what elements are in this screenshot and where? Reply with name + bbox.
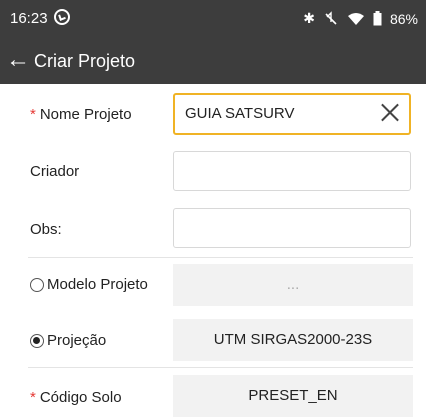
obs-label: Obs:	[30, 221, 62, 238]
required-mark: *	[30, 389, 36, 406]
nome-projeto-value: GUIA SATSURV	[185, 105, 295, 122]
row-codigo-solo: * Código Solo PRESET_EN	[0, 368, 426, 417]
codigo-solo-label: * Código Solo	[30, 389, 122, 406]
projecao-label[interactable]: Projeção	[47, 332, 106, 349]
obs-input[interactable]	[173, 208, 411, 248]
row-obs: Obs:	[0, 200, 426, 258]
modelo-projeto-label[interactable]: Modelo Projeto	[47, 276, 148, 293]
row-projecao: Projeção UTM SIRGAS2000-23S	[0, 312, 426, 366]
mute-icon	[325, 10, 337, 25]
required-mark: *	[30, 106, 36, 123]
bluetooth-icon: ✱	[303, 10, 315, 26]
status-icons: ✱ 86%	[303, 10, 418, 27]
page-title: Criar Projeto	[34, 51, 136, 71]
arrow-left-icon[interactable]: ←	[6, 47, 30, 73]
criador-input[interactable]	[173, 151, 411, 191]
status-bar: 16:23 ✱ 86%	[0, 0, 426, 38]
sync-icon	[54, 9, 70, 25]
modelo-projeto-select[interactable]: ...	[173, 264, 413, 306]
codigo-solo-select[interactable]: PRESET_EN	[173, 375, 413, 417]
row-modelo-projeto: Modelo Projeto ...	[0, 258, 426, 312]
app-bar: ← Criar Projeto	[0, 38, 426, 84]
projecao-radio[interactable]	[30, 334, 44, 348]
projecao-select[interactable]: UTM SIRGAS2000-23S	[173, 319, 413, 361]
nome-projeto-input[interactable]: GUIA SATSURV	[173, 93, 411, 135]
modelo-projeto-radio[interactable]	[30, 278, 44, 292]
criador-label: Criador	[30, 163, 80, 180]
status-time: 16:23	[10, 10, 48, 27]
row-criador: Criador	[0, 142, 426, 200]
wifi-icon	[347, 12, 364, 25]
nome-projeto-label: * Nome Projeto	[30, 106, 132, 123]
battery-percent: 86%	[389, 10, 418, 27]
battery-icon	[373, 11, 382, 26]
row-nome-projeto: * Nome Projeto GUIA SATSURV	[0, 84, 426, 142]
close-icon[interactable]	[379, 101, 401, 123]
